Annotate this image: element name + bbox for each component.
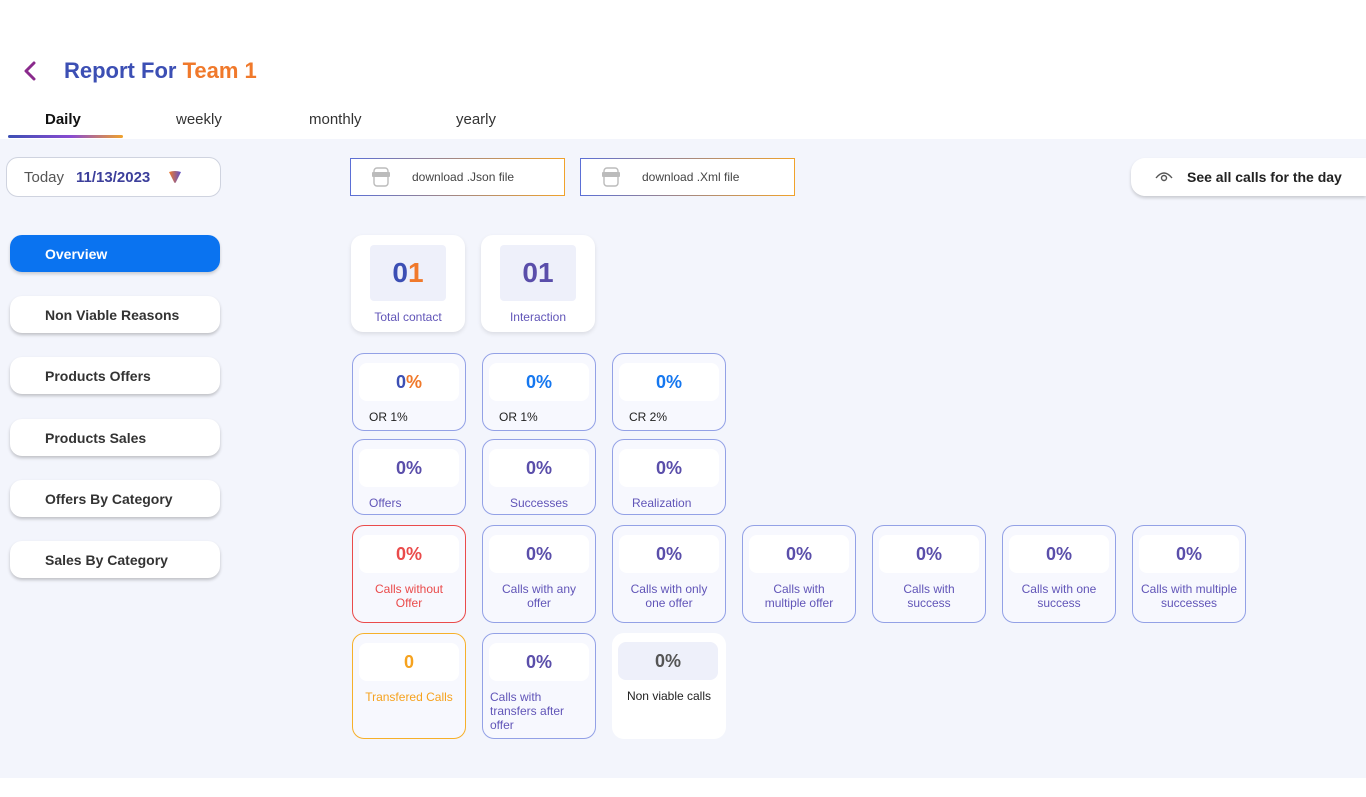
calls-without-offer-card: 0% Calls without Offer [352,525,466,623]
rate-value-unit: % [406,371,423,392]
menu-item-non-viable-reasons[interactable]: Non Viable Reasons [10,296,220,333]
calls-success-card: 0% Calls with success [872,525,986,623]
non-viable-calls-value: 0% [618,642,718,680]
transfers-after-offer-value: 0% [489,643,589,681]
rate-value: 0% [359,363,459,401]
calls-multiple-successes-label: Calls with multiple successes [1140,582,1238,610]
calls-success-value: 0% [879,535,979,573]
json-file-icon [372,167,390,187]
interaction-label: Interaction [509,310,567,324]
rate-label: OR 1% [499,410,538,424]
report-panel: Today 11/13/2023 download .Json file dow… [0,139,1366,778]
offers-card: 0% Offers [352,439,466,515]
calls-without-offer-label: Calls without Offer [374,582,444,610]
rate-value: 0% [489,363,589,401]
date-picker-value: 11/13/2023 [76,168,151,186]
download-json-label: download .Json file [412,170,515,184]
transfers-after-offer-label: Calls with transfers after offer [490,690,565,732]
calls-multiple-successes-card: 0% Calls with multiple successes [1132,525,1246,623]
transfered-calls-label: Transfered Calls [365,690,453,704]
rate-card: 0% CR 2% [612,353,726,431]
menu-item-overview[interactable]: Overview [10,235,220,272]
transfers-after-offer-card: 0% Calls with transfers after offer [482,633,596,739]
calls-one-success-card: 0% Calls with one success [1002,525,1116,623]
date-picker[interactable]: Today 11/13/2023 [6,157,221,197]
calls-success-label: Calls with success [903,582,955,610]
back-chevron-icon[interactable] [20,57,40,85]
calls-multiple-offer-value: 0% [749,535,849,573]
see-all-calls-label: See all calls for the day [1187,169,1342,185]
page-title-team: Team 1 [182,58,257,83]
offers-label: Offers [369,496,402,510]
total-contact-card: 01 Total contact [351,235,465,332]
non-viable-calls-label: Non viable calls [626,689,712,703]
rate-label: CR 2% [629,410,668,424]
total-contact-value: 01 [370,245,446,301]
successes-card: 0% Successes [482,439,596,515]
menu-item-products-sales[interactable]: Products Sales [10,419,220,456]
active-tab-indicator [8,135,123,138]
calls-any-offer-value: 0% [489,535,589,573]
date-picker-label: Today [24,168,65,186]
calls-one-success-value: 0% [1009,535,1109,573]
transfered-calls-value: 0 [359,643,459,681]
calls-one-offer-card: 0% Calls with only one offer [612,525,726,623]
download-xml-label: download .Xml file [642,170,740,184]
total-contact-value-digit-b: 1 [408,257,424,288]
calls-one-success-label: Calls with one success [1021,582,1097,610]
rate-card: 0% OR 1% [482,353,596,431]
interaction-card: 01 Interaction [481,235,595,332]
tab-yearly[interactable]: yearly [456,111,496,128]
transfered-calls-card: 0 Transfered Calls [352,633,466,739]
tab-weekly[interactable]: weekly [176,111,222,128]
calls-multiple-successes-value: 0% [1139,535,1239,573]
menu-item-offers-by-category[interactable]: Offers By Category [10,480,220,517]
rate-value: 0% [619,363,719,401]
interaction-value: 01 [500,245,576,301]
menu-item-products-offers[interactable]: Products Offers [10,357,220,394]
realization-card: 0% Realization [612,439,726,515]
calls-multiple-offer-label: Calls with multiple offer [764,582,834,610]
rate-value-number: 0 [395,371,406,392]
offers-value: 0% [359,449,459,487]
eye-icon [1155,172,1173,182]
rate-label: OR 1% [369,410,408,424]
successes-label: Successes [509,496,569,510]
calls-one-offer-label: Calls with only one offer [630,582,708,610]
download-json-button[interactable]: download .Json file [350,158,565,196]
page-title-prefix: Report For [64,58,177,83]
tab-daily[interactable]: Daily [45,111,81,128]
realization-value: 0% [619,449,719,487]
successes-value: 0% [489,449,589,487]
total-contact-value-digit-a: 0 [392,257,408,288]
calls-multiple-offer-card: 0% Calls with multiple offer [742,525,856,623]
calls-without-offer-value: 0% [359,535,459,573]
tab-monthly[interactable]: monthly [309,111,362,128]
menu-item-sales-by-category[interactable]: Sales By Category [10,541,220,578]
rate-card: 0% OR 1% [352,353,466,431]
page-title: Report For Team 1 [64,58,257,84]
calls-any-offer-card: 0% Calls with any offer [482,525,596,623]
calls-one-offer-value: 0% [619,535,719,573]
xml-file-icon [602,167,620,187]
total-contact-label: Total contact [374,310,442,324]
non-viable-calls-card: 0% Non viable calls [612,633,726,739]
calls-any-offer-label: Calls with any offer [501,582,577,610]
download-xml-button[interactable]: download .Xml file [580,158,795,196]
see-all-calls-button[interactable]: See all calls for the day [1131,158,1366,196]
caret-down-icon [169,171,182,183]
page-header: Report For Team 1 [20,56,257,86]
realization-label: Realization [632,496,692,510]
